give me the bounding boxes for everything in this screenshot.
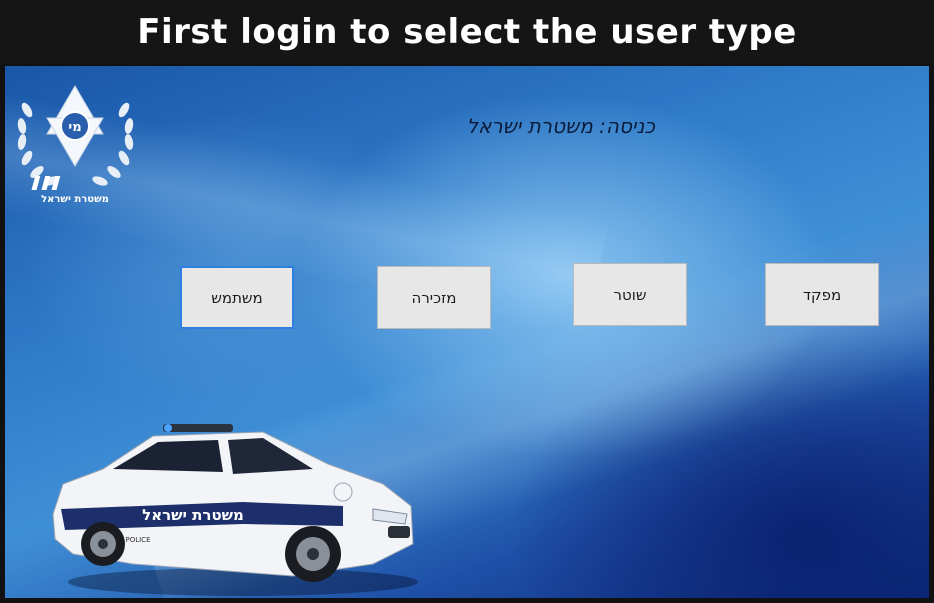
role-button-user[interactable]: משתמש [180, 266, 294, 329]
wheel-rear-icon [81, 522, 125, 566]
role-button-secretary[interactable]: מזכירה [377, 266, 491, 329]
laurel-right-icon [92, 102, 134, 186]
title-banner: First login to select the user type [0, 0, 934, 64]
car-police-text: POLICE [125, 536, 150, 544]
role-button-officer[interactable]: שוטר [573, 263, 687, 326]
welcome-heading: כניסה: משטרת ישראל [466, 114, 655, 138]
police-car-image: משטרת ישראל POLICE [52, 424, 418, 596]
svg-text:מי: מי [68, 120, 81, 135]
role-button-commander[interactable]: מפקד [765, 263, 879, 326]
logo-caption: משטרת ישראל [41, 194, 109, 205]
emblem-stripes-icon [31, 176, 61, 190]
wheel-front-icon [285, 526, 341, 582]
banner-title: First login to select the user type [137, 12, 797, 52]
laurel-left-icon [17, 102, 59, 186]
car-livery-text: משטרת ישראל [142, 506, 244, 524]
login-screen: מי משטרת ישראל כניסה: משטרת ישראל משתמש … [5, 66, 929, 598]
